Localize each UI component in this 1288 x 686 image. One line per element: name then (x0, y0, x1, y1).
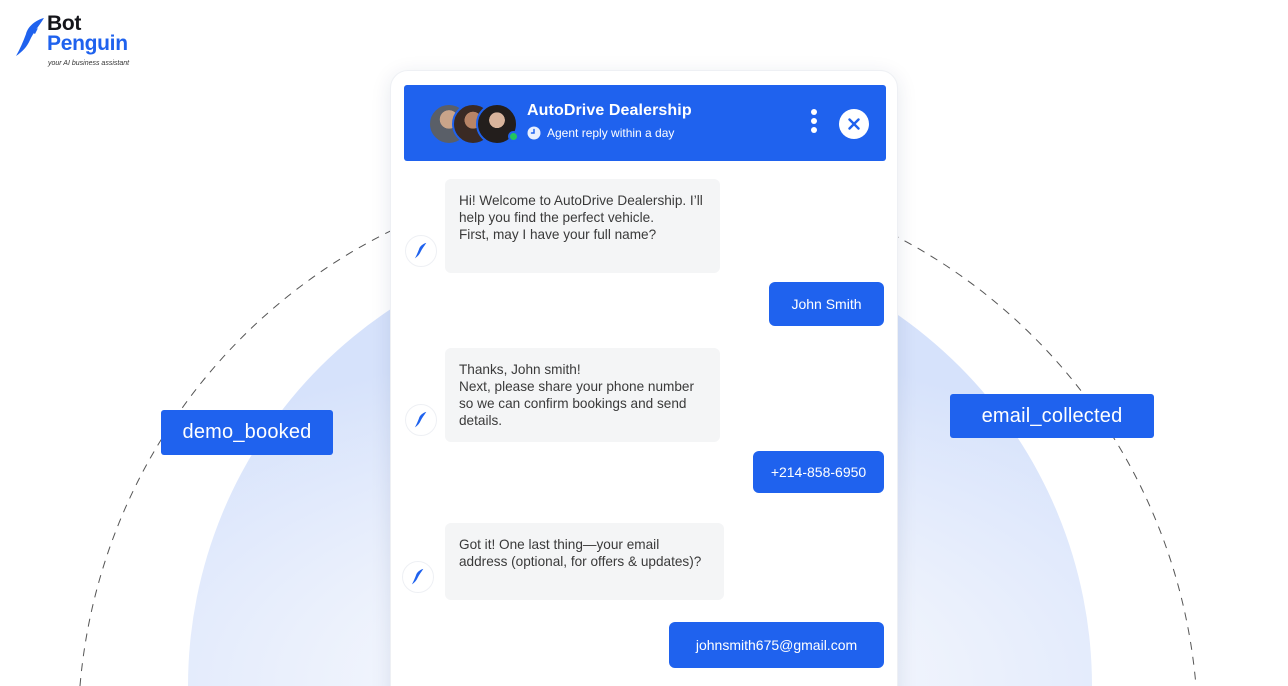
chat-title: AutoDrive Dealership (527, 102, 692, 119)
bot-avatar (402, 561, 434, 593)
tag-email-collected: email_collected (950, 394, 1154, 438)
reply-time-text: Agent reply within a day (547, 126, 675, 140)
bot-message: Hi! Welcome to AutoDrive Dealership. I’l… (445, 179, 720, 273)
user-message: +214-858-6950 (753, 451, 884, 493)
close-button[interactable] (839, 109, 869, 139)
user-message: John Smith (769, 282, 884, 326)
chat-header: AutoDrive Dealership Agent reply within … (404, 85, 886, 161)
penguin-logo-icon (16, 18, 44, 56)
more-options-icon[interactable] (808, 109, 820, 139)
agent-avatars (428, 103, 519, 145)
chat-widget: AutoDrive Dealership Agent reply within … (390, 70, 898, 686)
bot-avatar (405, 235, 437, 267)
logo-tagline: your AI business assistant (48, 60, 130, 67)
bot-avatar (405, 404, 437, 436)
close-icon (848, 118, 860, 130)
bot-logo-icon (414, 242, 427, 259)
logo-name-line2: Penguin (47, 32, 128, 55)
bot-logo-icon (411, 568, 424, 585)
tag-demo-booked: demo_booked (161, 410, 333, 455)
user-message: johnsmith675@gmail.com (669, 622, 884, 668)
clock-icon (527, 126, 541, 140)
online-status-dot (508, 131, 519, 142)
bot-message: Thanks, John smith! Next, please share y… (445, 348, 720, 442)
bot-message: Got it! One last thing—your email addres… (445, 523, 724, 600)
bot-logo-icon (414, 411, 427, 428)
botpenguin-logo: Bot Penguin your AI business assistant (14, 12, 144, 74)
logo-name-line1: Bot (47, 12, 82, 35)
chat-subtitle: Agent reply within a day (527, 126, 674, 140)
